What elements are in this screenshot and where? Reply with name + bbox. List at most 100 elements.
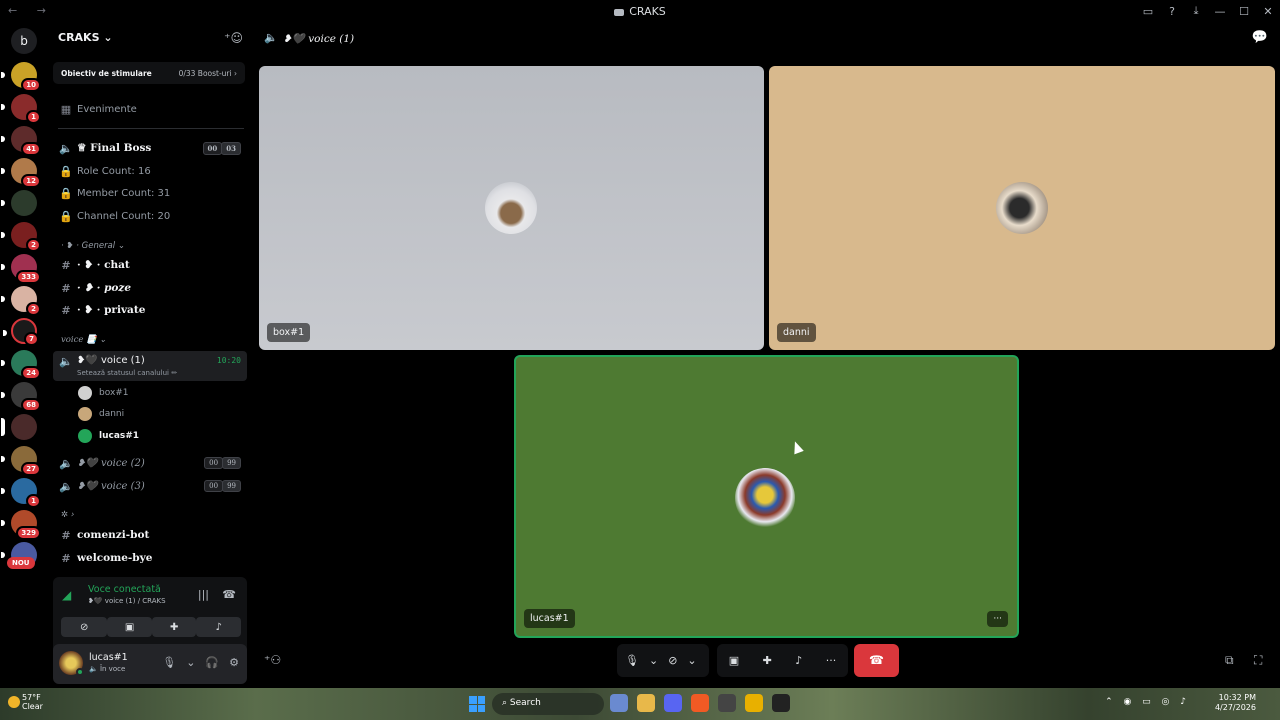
server-icon[interactable]: 7: [3, 318, 39, 346]
camera-off-icon[interactable]: ⊘: [660, 654, 685, 667]
noise-suppression-icon[interactable]: |||: [198, 588, 209, 601]
category-voice[interactable]: voice 📑 ⌄: [61, 335, 107, 345]
home-button[interactable]: b: [11, 28, 37, 54]
category-misc[interactable]: ✲ ›: [61, 510, 74, 520]
server-icon[interactable]: 41: [1, 126, 41, 156]
rockstar-launcher-icon[interactable]: [745, 694, 763, 712]
video-tile-danni[interactable]: danni: [769, 66, 1275, 350]
soundboard-icon[interactable]: ♪: [787, 654, 810, 667]
popout-icon[interactable]: ⧉: [1225, 653, 1234, 668]
chevron-down-icon[interactable]: ⌄: [647, 654, 660, 667]
server-header[interactable]: CRAKS ⌄ ⁺☺: [48, 22, 253, 54]
set-status-hint[interactable]: Setează statusul canalului ✏: [77, 369, 177, 377]
help-icon[interactable]: ?: [1160, 5, 1184, 18]
voice-channel-active[interactable]: 🔈 ❥🖤 voice (1) 10:20 Setează statusul ca…: [53, 351, 247, 381]
video-tile-box[interactable]: box#1: [259, 66, 764, 350]
activities-icon[interactable]: ✚: [755, 654, 780, 667]
server-icon-craks[interactable]: [1, 414, 37, 440]
voice-channel-2[interactable]: 🔈 ❥🖤 voice (2) 00 99: [53, 453, 247, 473]
unread-badge: 333: [16, 270, 41, 284]
server-icon[interactable]: 1: [1, 94, 41, 124]
speaker-icon: 🔈: [59, 456, 73, 470]
weather-widget[interactable]: 57°F Clear: [22, 693, 43, 711]
screen-share-button[interactable]: ▣: [107, 617, 152, 637]
stat-channel-roles[interactable]: 🔒 Role Count: 16: [53, 161, 247, 181]
voice-channel-3[interactable]: 🔈 ❥🖤 voice (3) 00 99: [53, 476, 247, 496]
server-icon[interactable]: 10: [1, 62, 41, 92]
voice-member[interactable]: box#1: [78, 384, 129, 402]
text-channel-private[interactable]: # · ❥ · private: [53, 300, 247, 320]
server-icon[interactable]: 12: [1, 158, 41, 188]
close-button[interactable]: ✕: [1256, 5, 1280, 18]
add-activity-icon[interactable]: ⁺⚇: [264, 653, 281, 667]
fullscreen-icon[interactable]: ⛶: [1254, 653, 1262, 668]
chat-bubble-icon[interactable]: 💬: [1252, 30, 1268, 45]
server-icon[interactable]: 2: [1, 286, 41, 316]
settings-gear-icon[interactable]: ⚙: [229, 656, 239, 669]
chevron-down-icon[interactable]: ⌄: [685, 654, 698, 667]
category-general[interactable]: · ❥ · General ⌄: [61, 241, 125, 251]
server-icon[interactable]: 1: [1, 478, 41, 508]
video-tile-lucas-speaking[interactable]: lucas#1 ···: [514, 355, 1019, 638]
mic-icon[interactable]: 🎙: [617, 654, 647, 667]
server-icon[interactable]: 2: [1, 222, 41, 252]
system-tray[interactable]: ⌃ ◉ ▭ ◎ ♪: [1105, 697, 1190, 707]
server-icon[interactable]: 24: [1, 350, 41, 380]
text-channel-chat[interactable]: # · ❥ · chat: [53, 255, 247, 275]
events-link[interactable]: ▦ Evenimente: [53, 99, 247, 119]
discord-icon[interactable]: [664, 694, 682, 712]
camera-off-button[interactable]: ⊘: [61, 617, 108, 637]
server-icon[interactable]: 27: [1, 446, 41, 476]
server-icon[interactable]: 68: [1, 382, 41, 412]
soundboard-button[interactable]: ♪: [196, 617, 242, 637]
text-channel-poze[interactable]: # · ❥ · poze: [53, 278, 247, 298]
server-name[interactable]: CRAKS ⌄: [58, 31, 113, 44]
inbox-icon[interactable]: ▭: [1136, 5, 1160, 18]
participant-avatar: [485, 182, 537, 234]
more-icon[interactable]: ···: [818, 654, 845, 667]
file-explorer-icon[interactable]: [637, 694, 655, 712]
voice-channel-final-boss[interactable]: 🔈 ♕ Final Boss 00 03: [53, 138, 247, 158]
activities-button[interactable]: ✚: [151, 617, 197, 637]
unread-badge: 329: [16, 526, 41, 540]
unread-badge: 1: [26, 494, 41, 508]
disconnect-icon[interactable]: ☎: [222, 588, 236, 601]
mic-icon[interactable]: 🎙: [162, 656, 176, 669]
speaker-icon: 🔈: [89, 665, 98, 673]
voice-member[interactable]: lucas#1: [78, 427, 139, 445]
server-icon[interactable]: [1, 190, 37, 216]
taskbar-search[interactable]: ⌕ Search: [492, 693, 604, 715]
unread-badge: 27: [21, 462, 41, 476]
disconnect-button[interactable]: ☎: [854, 644, 899, 677]
clock[interactable]: 10:32 PM 4/27/2026: [1215, 693, 1256, 713]
mic-video-controls: 🎙 ⌄ ⊘ ⌄: [617, 644, 709, 677]
unread-badge: 10: [21, 78, 41, 92]
taskbar-app-icon[interactable]: [610, 694, 628, 712]
app-logo-icon: [614, 8, 625, 16]
voice-member[interactable]: danni: [78, 405, 124, 423]
stat-channel-channels[interactable]: 🔒 Channel Count: 20: [53, 206, 247, 226]
headphones-icon[interactable]: 🎧: [205, 656, 219, 669]
server-icon[interactable]: 329: [1, 510, 41, 540]
taskbar-app-icon[interactable]: [772, 694, 790, 712]
username[interactable]: lucas#1: [89, 652, 128, 663]
download-icon[interactable]: ⤓: [1184, 4, 1208, 18]
brave-browser-icon[interactable]: [691, 694, 709, 712]
screen-share-icon[interactable]: ▣: [721, 654, 747, 667]
text-channel-comenzi-bot[interactable]: # comenzi-bot: [53, 525, 247, 545]
taskbar-app-icon[interactable]: [718, 694, 736, 712]
weather-icon[interactable]: [8, 696, 20, 708]
stat-channel-members[interactable]: 🔒 Member Count: 31: [53, 183, 247, 203]
invite-icon[interactable]: ⁺☺: [224, 31, 243, 45]
server-icon[interactable]: 333: [1, 254, 41, 284]
maximize-button[interactable]: ☐: [1232, 5, 1256, 18]
chevron-down-icon[interactable]: ⌄: [186, 656, 195, 669]
signal-icon[interactable]: ◢: [62, 588, 71, 602]
minimize-button[interactable]: —: [1208, 5, 1232, 18]
unread-badge: 41: [21, 142, 41, 156]
voice-status[interactable]: Voce conectată: [88, 584, 161, 595]
boost-goal[interactable]: Obiectiv de stimulare 0/33 Boost-uri ›: [53, 62, 245, 84]
start-button[interactable]: [469, 696, 485, 712]
text-channel-welcome-bye[interactable]: # welcome-bye: [53, 548, 247, 568]
more-options-button[interactable]: ···: [987, 611, 1008, 627]
